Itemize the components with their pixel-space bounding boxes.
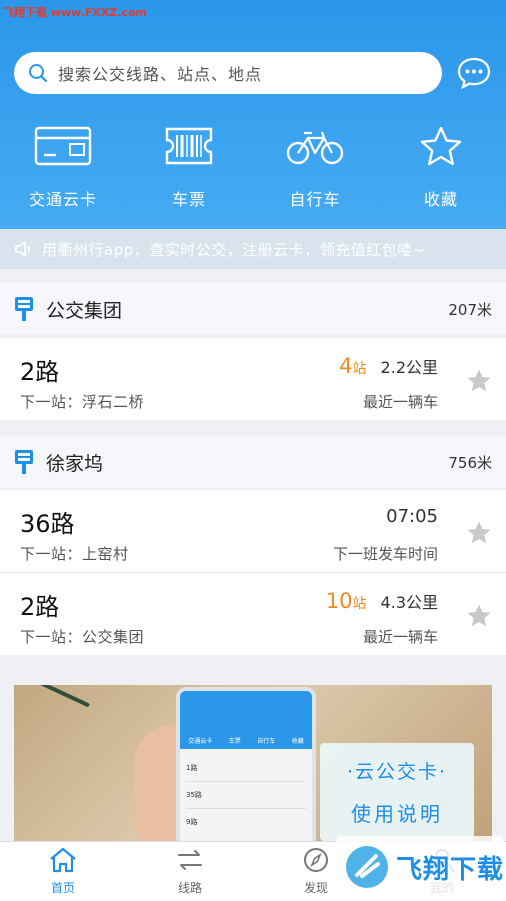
phone-item: 收藏 bbox=[291, 738, 304, 745]
favorite-star-icon[interactable] bbox=[466, 603, 492, 629]
stop-name: 徐家坞 bbox=[46, 452, 104, 475]
phone-row: 9路 bbox=[186, 818, 198, 826]
card-subtitle: 使用说明 bbox=[351, 802, 443, 826]
quick-ticket[interactable]: 车票 bbox=[126, 122, 252, 210]
stop-group-header[interactable]: 徐家坞 756米 bbox=[0, 436, 506, 488]
quick-label: 车票 bbox=[171, 190, 206, 209]
route-row[interactable]: 36路 下一站：上窑村 07:05 下一班发车时间 bbox=[0, 490, 506, 572]
route-arrows-icon bbox=[178, 850, 202, 870]
route-number: 2路 bbox=[20, 358, 60, 386]
promo-banner[interactable]: 交通云卡 车票 自行车 收藏 1路 35路 9路 ·云公交卡· 使用说明 bbox=[14, 685, 492, 841]
quick-label: 自行车 bbox=[289, 190, 341, 209]
ticket-icon bbox=[165, 127, 213, 165]
info-card: ·云公交卡· 使用说明 bbox=[320, 743, 474, 841]
stop-distance: 207米 bbox=[448, 300, 492, 319]
phone-item: 自行车 bbox=[257, 738, 276, 745]
quick-favorites[interactable]: 收藏 bbox=[378, 122, 504, 210]
departure-time: 07:05 bbox=[386, 506, 438, 527]
stop-group-header[interactable]: 公交集团 207米 bbox=[0, 283, 506, 335]
transit-card-icon bbox=[34, 126, 92, 166]
tab-label: 线路 bbox=[177, 881, 202, 895]
card-title: ·云公交卡· bbox=[346, 761, 448, 783]
pencil bbox=[33, 685, 91, 708]
bus-stop-icon bbox=[15, 450, 33, 474]
tab-routes[interactable]: 线路 bbox=[150, 846, 230, 896]
header: 飞翔下载 www.FXXZ.com 搜索公交线路、站点、地点 交通云卡 车票 自… bbox=[0, 0, 506, 229]
phone-row: 1路 bbox=[186, 755, 306, 782]
phone-mockup: 交通云卡 车票 自行车 收藏 1路 35路 9路 bbox=[176, 687, 316, 841]
quick-label: 交通云卡 bbox=[28, 190, 97, 209]
search-placeholder: 搜索公交线路、站点、地点 bbox=[58, 65, 263, 84]
next-stop: 下一站：浮石二桥 bbox=[20, 393, 145, 411]
notice-text: 用衢州行app，查实时公交，注册云卡，领充值红包喽~ bbox=[42, 240, 426, 259]
quick-label: 收藏 bbox=[423, 190, 458, 209]
star-outline-icon bbox=[420, 126, 462, 166]
stops-away: 4站 bbox=[339, 354, 367, 378]
arrival-info: 07:05 bbox=[386, 506, 438, 527]
route-row[interactable]: 2路 下一站：公交集团 10站 4.3公里 最近一辆车 bbox=[0, 573, 506, 655]
phone-item: 交通云卡 bbox=[188, 738, 213, 745]
message-icon[interactable] bbox=[457, 56, 491, 90]
notice-bar[interactable]: 用衢州行app，查实时公交，注册云卡，领充值红包喽~ bbox=[0, 229, 506, 269]
stops-away: 10站 bbox=[325, 589, 367, 613]
arrival-status: 最近一辆车 bbox=[362, 393, 438, 411]
compass-icon bbox=[304, 848, 328, 872]
home-icon bbox=[50, 847, 76, 873]
tab-label: 首页 bbox=[50, 881, 75, 895]
phone-item: 车票 bbox=[228, 738, 241, 745]
bus-distance: 4.3公里 bbox=[380, 593, 438, 612]
next-stop: 下一站：上窑村 bbox=[20, 545, 129, 563]
watermark-logo-icon bbox=[346, 846, 388, 888]
bus-distance: 2.2公里 bbox=[380, 358, 438, 377]
bus-stop-icon bbox=[15, 297, 33, 321]
arrival-status: 最近一辆车 bbox=[362, 628, 438, 646]
favorite-star-icon[interactable] bbox=[466, 520, 492, 546]
speaker-icon bbox=[15, 241, 30, 257]
quick-transit-card[interactable]: 交通云卡 bbox=[0, 122, 126, 210]
arrival-status: 下一班发车时间 bbox=[332, 545, 438, 563]
stop-name: 公交集团 bbox=[46, 299, 123, 322]
arrival-info: 4站 2.2公里 bbox=[339, 354, 438, 378]
arrival-info: 10站 4.3公里 bbox=[326, 589, 438, 613]
bicycle-icon bbox=[286, 131, 344, 165]
route-number: 36路 bbox=[20, 510, 75, 538]
favorite-star-icon[interactable] bbox=[466, 368, 492, 394]
search-bar[interactable]: 搜索公交线路、站点、地点 bbox=[14, 52, 442, 94]
next-stop: 下一站：公交集团 bbox=[20, 628, 145, 646]
watermark-overlay: 飞翔下载 bbox=[336, 836, 504, 898]
watermark-brand: 飞翔下载 bbox=[396, 854, 505, 885]
route-row[interactable]: 2路 下一站：浮石二桥 4站 2.2公里 最近一辆车 bbox=[0, 338, 506, 420]
tab-home[interactable]: 首页 bbox=[23, 846, 103, 896]
phone-row: 35路 bbox=[186, 782, 306, 809]
search-icon bbox=[29, 64, 48, 83]
route-number: 2路 bbox=[20, 593, 60, 621]
watermark: 飞翔下载 www.FXXZ.com bbox=[3, 6, 147, 19]
stop-distance: 756米 bbox=[448, 453, 492, 472]
quick-bicycle[interactable]: 自行车 bbox=[252, 122, 378, 210]
